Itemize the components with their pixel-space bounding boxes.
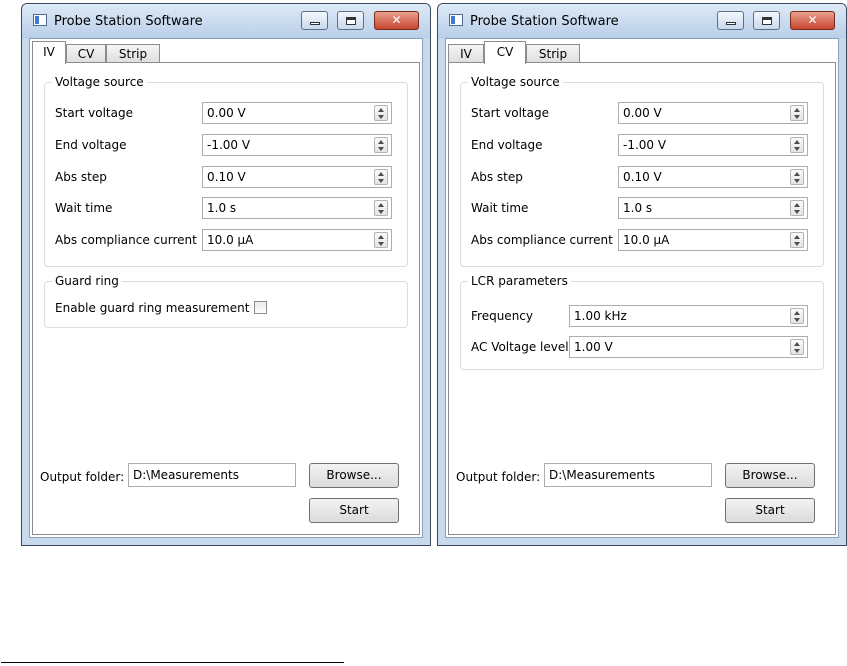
title-bar[interactable]: Probe Station Software: [438, 4, 846, 38]
browse-button[interactable]: Browse...: [309, 463, 399, 488]
close-button[interactable]: [790, 11, 835, 30]
voltage-source-group: Voltage source Start voltage 0.00 V End …: [44, 75, 408, 267]
frequency-value: 1.00 kHz: [574, 309, 627, 323]
start-voltage-value: 0.00 V: [623, 106, 662, 120]
start-voltage-spinbox[interactable]: 0.00 V: [202, 102, 392, 124]
compliance-current-spinbox[interactable]: 10.0 µA: [618, 229, 808, 251]
wait-time-value: 1.0 s: [623, 201, 653, 215]
end-voltage-label: End voltage: [471, 138, 543, 152]
spin-arrows-icon[interactable]: [790, 169, 804, 185]
lcr-parameters-title: LCR parameters: [468, 274, 571, 288]
ac-voltage-level-spinbox[interactable]: 1.00 V: [569, 336, 808, 358]
voltage-source-group: Voltage source Start voltage 0.00 V End …: [460, 75, 824, 267]
end-voltage-spinbox[interactable]: -1.00 V: [202, 134, 392, 156]
tab-cv[interactable]: CV: [484, 41, 526, 64]
compliance-current-value: 10.0 µA: [623, 233, 670, 247]
minimize-button[interactable]: [717, 11, 744, 30]
wait-time-label: Wait time: [471, 201, 529, 215]
client-area: IV CV Strip Voltage source Start voltage…: [29, 38, 423, 538]
abs-step-value: 0.10 V: [207, 170, 246, 184]
window-cv: Probe Station Software IV CV Strip Volta…: [437, 3, 847, 546]
guard-ring-checkbox-label: Enable guard ring measurement: [55, 301, 250, 315]
tab-panel-cv: Voltage source Start voltage 0.00 V End …: [448, 62, 836, 535]
window-iv: Probe Station Software IV CV Strip Volta…: [21, 3, 431, 546]
start-voltage-spinbox[interactable]: 0.00 V: [618, 102, 808, 124]
spin-arrows-icon[interactable]: [790, 137, 804, 153]
tab-panel-iv: Voltage source Start voltage 0.00 V End …: [32, 62, 420, 535]
spin-arrows-icon[interactable]: [790, 308, 804, 324]
compliance-current-label: Abs compliance current: [471, 233, 613, 247]
spin-arrows-icon[interactable]: [374, 137, 388, 153]
abs-step-value: 0.10 V: [623, 170, 662, 184]
maximize-button[interactable]: [753, 11, 780, 30]
app-icon: [33, 14, 47, 26]
end-voltage-label: End voltage: [55, 138, 127, 152]
abs-step-spinbox[interactable]: 0.10 V: [618, 166, 808, 188]
voltage-source-title: Voltage source: [468, 75, 563, 89]
window-title: Probe Station Software: [54, 14, 203, 29]
frequency-spinbox[interactable]: 1.00 kHz: [569, 305, 808, 327]
abs-step-label: Abs step: [471, 170, 523, 184]
start-voltage-value: 0.00 V: [207, 106, 246, 120]
spin-arrows-icon[interactable]: [790, 232, 804, 248]
frequency-label: Frequency: [471, 309, 533, 323]
footnote-rule: [1, 662, 344, 663]
start-voltage-label: Start voltage: [471, 106, 549, 120]
browse-button[interactable]: Browse...: [725, 463, 815, 488]
tab-strip[interactable]: Strip: [106, 44, 160, 63]
tab-iv[interactable]: IV: [448, 44, 484, 63]
tab-iv[interactable]: IV: [32, 41, 66, 64]
start-button[interactable]: Start: [309, 498, 399, 523]
spin-arrows-icon[interactable]: [374, 232, 388, 248]
abs-step-label: Abs step: [55, 170, 107, 184]
start-voltage-label: Start voltage: [55, 106, 133, 120]
tab-strip[interactable]: Strip: [526, 44, 580, 63]
spin-arrows-icon[interactable]: [790, 200, 804, 216]
lcr-parameters-group: LCR parameters Frequency 1.00 kHz AC Vol…: [460, 274, 824, 370]
guard-ring-title: Guard ring: [52, 274, 122, 288]
app-icon: [449, 14, 463, 26]
compliance-current-value: 10.0 µA: [207, 233, 254, 247]
compliance-current-spinbox[interactable]: 10.0 µA: [202, 229, 392, 251]
output-folder-label: Output folder:: [456, 470, 541, 484]
spin-arrows-icon[interactable]: [374, 200, 388, 216]
guard-ring-checkbox[interactable]: [254, 301, 267, 314]
spin-arrows-icon[interactable]: [790, 105, 804, 121]
output-folder-input[interactable]: D:\Measurements: [544, 463, 712, 487]
client-area: IV CV Strip Voltage source Start voltage…: [445, 38, 839, 538]
ac-voltage-level-label: AC Voltage level: [471, 340, 569, 354]
spin-arrows-icon[interactable]: [790, 339, 804, 355]
maximize-button[interactable]: [337, 11, 364, 30]
spin-arrows-icon[interactable]: [374, 105, 388, 121]
voltage-source-title: Voltage source: [52, 75, 147, 89]
wait-time-label: Wait time: [55, 201, 113, 215]
title-bar[interactable]: Probe Station Software: [22, 4, 430, 38]
start-button[interactable]: Start: [725, 498, 815, 523]
wait-time-spinbox[interactable]: 1.0 s: [618, 197, 808, 219]
spin-arrows-icon[interactable]: [374, 169, 388, 185]
end-voltage-spinbox[interactable]: -1.00 V: [618, 134, 808, 156]
ac-voltage-level-value: 1.00 V: [574, 340, 613, 354]
wait-time-spinbox[interactable]: 1.0 s: [202, 197, 392, 219]
window-title: Probe Station Software: [470, 14, 619, 29]
minimize-button[interactable]: [301, 11, 328, 30]
guard-ring-group: Guard ring Enable guard ring measurement: [44, 274, 408, 328]
output-folder-label: Output folder:: [40, 470, 125, 484]
end-voltage-value: -1.00 V: [207, 138, 251, 152]
wait-time-value: 1.0 s: [207, 201, 237, 215]
tab-cv[interactable]: CV: [66, 44, 106, 63]
end-voltage-value: -1.00 V: [623, 138, 667, 152]
abs-step-spinbox[interactable]: 0.10 V: [202, 166, 392, 188]
compliance-current-label: Abs compliance current: [55, 233, 197, 247]
output-folder-input[interactable]: D:\Measurements: [128, 463, 296, 487]
output-folder-value: D:\Measurements: [549, 468, 655, 482]
close-button[interactable]: [374, 11, 419, 30]
output-folder-value: D:\Measurements: [133, 468, 239, 482]
